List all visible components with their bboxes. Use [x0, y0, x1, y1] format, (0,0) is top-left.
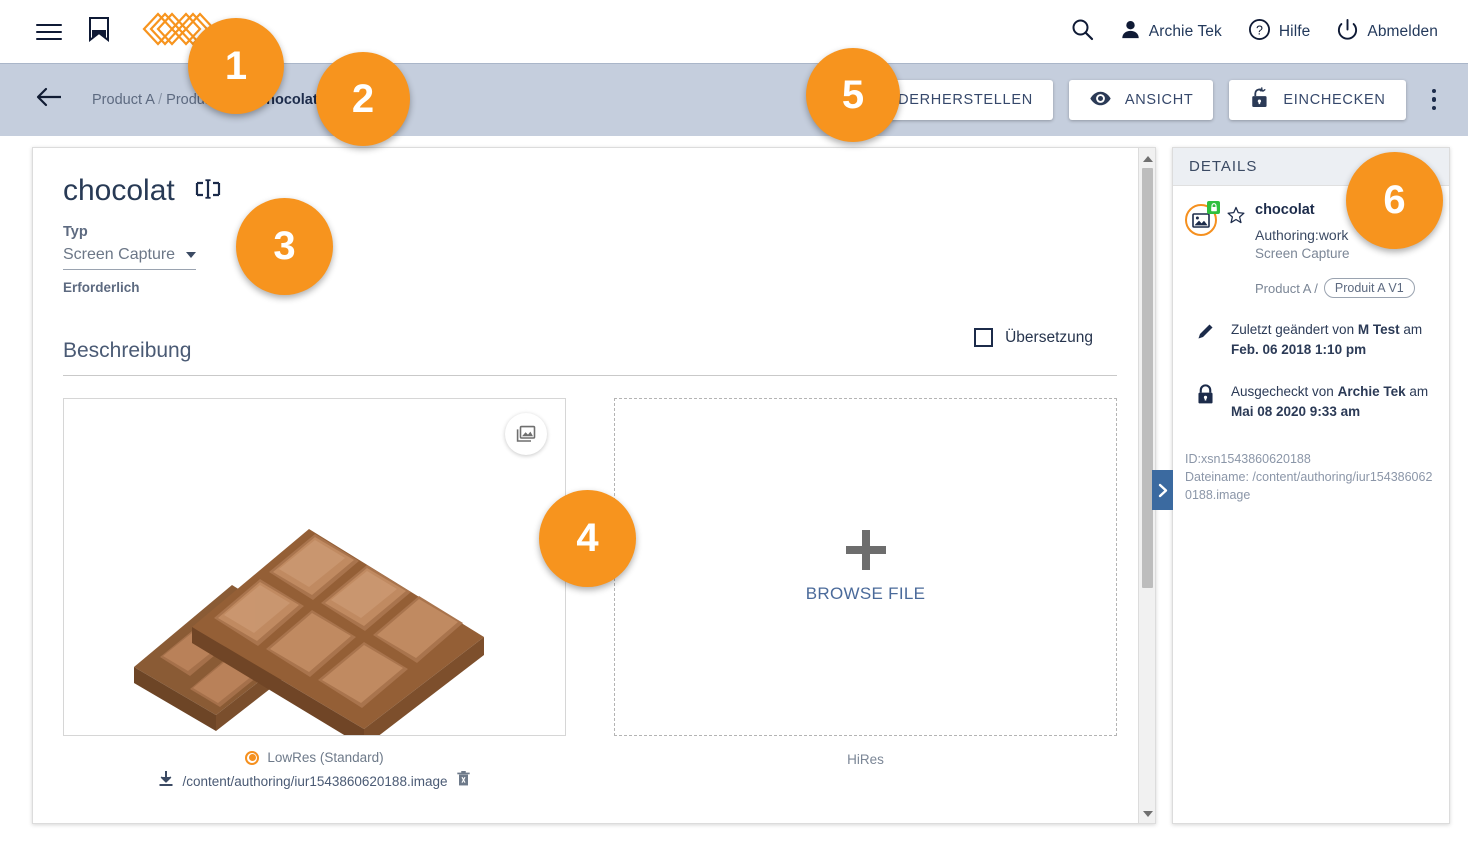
checkin-button[interactable]: EINCHECKEN — [1229, 79, 1406, 120]
details-version-pill[interactable]: Produit A V1 — [1323, 278, 1415, 298]
type-dropdown-value: Screen Capture — [63, 246, 176, 263]
details-path-root: Product A / — [1255, 280, 1318, 296]
details-type: Screen Capture — [1255, 246, 1350, 261]
star-outline-icon[interactable] — [1227, 206, 1245, 298]
lowres-file-path[interactable]: /content/authoring/iur1543860620188.imag… — [183, 774, 448, 789]
details-panel: DETAILS chocolat Authoring:work Screen C… — [1172, 147, 1450, 824]
breadcrumb-root[interactable]: Product A — [92, 92, 154, 108]
hires-asset-group: BROWSE FILE HiRes — [614, 398, 1117, 792]
power-icon — [1336, 18, 1359, 46]
lowres-radio[interactable] — [245, 750, 260, 765]
hires-browse-dropzone[interactable]: BROWSE FILE — [614, 398, 1117, 736]
lowres-radio-label: LowRes (Standard) — [267, 750, 384, 765]
callout-badge-4: 4 — [539, 490, 636, 587]
modified-middle: am — [1403, 322, 1423, 337]
callout-badge-6: 6 — [1346, 152, 1443, 249]
callout-badge-1: 1 — [188, 18, 284, 114]
text-cursor-rename-icon[interactable] — [195, 178, 221, 204]
plus-icon — [845, 530, 886, 570]
help-button[interactable]: ? Hilfe — [1248, 18, 1311, 46]
search-icon — [1070, 17, 1094, 46]
breadcrumb-sep-1: / — [158, 91, 163, 108]
avatar — [1185, 201, 1220, 236]
document-title-row: chocolat — [33, 148, 1141, 208]
description-title: Beschreibung — [63, 339, 192, 362]
user-icon — [1120, 19, 1141, 45]
page-title: chocolat — [63, 174, 175, 207]
scroll-up-arrow-icon[interactable] — [1143, 156, 1153, 162]
details-modified-row: Zuletzt geändert von M Test am Feb. 06 2… — [1173, 298, 1449, 360]
chevron-right-icon — [1158, 483, 1168, 497]
details-id-block: ID:xsn1543860620188 Dateiname: /content/… — [1173, 422, 1449, 504]
description-section-header: Beschreibung — [63, 339, 1117, 376]
details-id-line: ID:xsn1543860620188 — [1185, 452, 1311, 466]
modified-date: Feb. 06 2018 1:10 pm — [1231, 342, 1367, 357]
chocolate-bars-image — [64, 399, 565, 735]
callout-badge-5: 5 — [806, 48, 900, 142]
kebab-menu-icon[interactable] — [1422, 81, 1447, 119]
details-panel-title: DETAILS — [1189, 158, 1258, 175]
translation-checkbox[interactable] — [974, 328, 994, 347]
checkin-button-label: EINCHECKEN — [1283, 91, 1386, 108]
required-hint: Erforderlich — [63, 280, 140, 295]
back-arrow-icon[interactable] — [36, 87, 62, 112]
checkedout-middle: am — [1409, 384, 1429, 399]
scroll-down-arrow-icon[interactable] — [1143, 811, 1153, 817]
download-icon[interactable] — [158, 770, 174, 792]
modified-prefix: Zuletzt geändert von — [1231, 322, 1355, 337]
checkedout-prefix: Ausgecheckt von — [1231, 384, 1334, 399]
callout-badge-2: 2 — [316, 52, 410, 146]
modified-user: M Test — [1357, 322, 1400, 337]
hamburger-menu-icon[interactable] — [36, 22, 62, 42]
help-label: Hilfe — [1278, 22, 1311, 40]
lowres-image-box[interactable] — [63, 398, 566, 736]
translation-checkbox-row[interactable]: Übersetzung — [974, 328, 1093, 347]
logout-button[interactable]: Abmelden — [1336, 18, 1438, 46]
details-checkedout-row: Ausgecheckt von Archie Tek am Mai 08 202… — [1173, 360, 1449, 422]
lowres-asset-group: LowRes (Standard) /content/authoring/iur… — [63, 398, 566, 792]
pencil-icon — [1193, 320, 1217, 341]
type-field-group: Typ Screen Capture Erforderlich — [33, 208, 1141, 295]
callout-badge-3: 3 — [236, 198, 333, 295]
lowres-radio-row[interactable]: LowRes (Standard) — [63, 750, 566, 765]
translation-label: Übersetzung — [1005, 328, 1093, 346]
svg-text:?: ? — [1256, 23, 1263, 37]
trash-icon[interactable] — [456, 770, 471, 792]
details-filename-line: Dateiname: /content/authoring/iur1543860… — [1185, 468, 1435, 504]
eye-icon — [1089, 90, 1112, 110]
details-path-row: Product A / Produit A V1 — [1255, 278, 1437, 298]
details-modified-text: Zuletzt geändert von M Test am Feb. 06 2… — [1231, 320, 1422, 360]
type-field-label: Typ — [63, 224, 88, 240]
details-checkedout-text: Ausgecheckt von Archie Tek am Mai 08 202… — [1231, 382, 1428, 422]
lowres-caption: LowRes (Standard) /content/authoring/iur… — [63, 750, 566, 792]
search-button[interactable] — [1070, 17, 1094, 46]
toolbar-actions: WIEDERHERSTELLEN ANSICHT EINCHECKEN — [814, 79, 1468, 120]
image-stack-icon[interactable] — [505, 413, 547, 455]
lock-icon — [1193, 382, 1217, 405]
checkedout-user: Archie Tek — [1337, 384, 1406, 399]
scrollbar-thumb[interactable] — [1142, 168, 1153, 588]
view-button[interactable]: ANSICHT — [1068, 79, 1214, 120]
details-collapse-tab[interactable] — [1152, 470, 1173, 510]
logout-label: Abmelden — [1367, 22, 1438, 40]
user-menu[interactable]: Archie Tek — [1120, 19, 1222, 45]
lock-check-in-icon — [1249, 86, 1270, 113]
details-filename-part2: 8.image — [1205, 488, 1251, 502]
chevron-down-icon — [186, 252, 196, 258]
browse-file-label: BROWSE FILE — [805, 584, 926, 603]
help-icon: ? — [1248, 18, 1271, 46]
view-button-label: ANSICHT — [1124, 91, 1194, 108]
type-dropdown[interactable]: Screen Capture — [63, 246, 196, 270]
card-body: chocolat Typ Screen Capture Erforderlich — [33, 148, 1141, 823]
green-lock-icon — [1207, 201, 1220, 214]
checkedout-date: Mai 08 2020 9:33 am — [1231, 404, 1361, 419]
user-name-label: Archie Tek — [1148, 22, 1222, 40]
main-content-card: chocolat Typ Screen Capture Erforderlich — [32, 147, 1156, 824]
hires-caption: HiRes — [847, 752, 884, 767]
bookmark-icon[interactable] — [88, 16, 110, 47]
lowres-path-row: /content/authoring/iur1543860620188.imag… — [63, 770, 566, 792]
